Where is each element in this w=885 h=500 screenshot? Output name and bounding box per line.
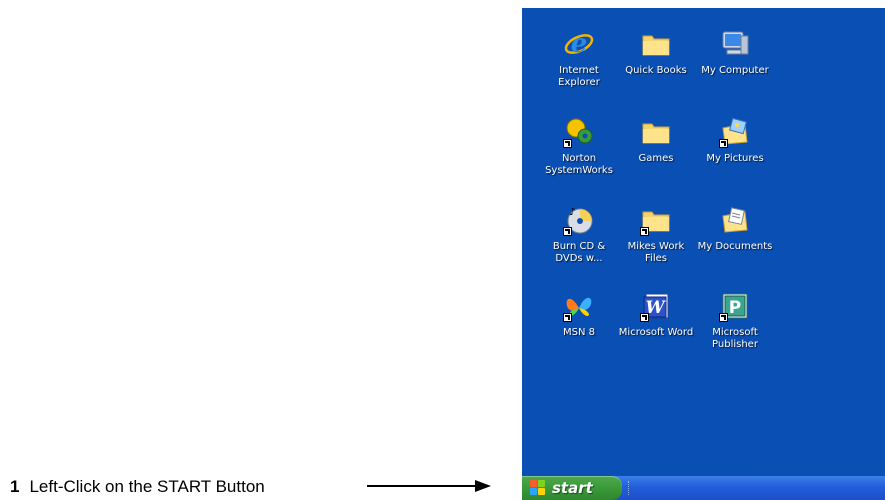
icon-label: DVDs w... [555, 253, 603, 264]
svg-text:♪: ♪ [569, 207, 575, 218]
svg-text:P: P [729, 298, 741, 318]
desktop-icon-my-computer[interactable]: My Computer [693, 28, 777, 77]
desktop-icon-norton-systemworks[interactable]: Norton SystemWorks [537, 116, 621, 177]
desktop-icon-microsoft-publisher[interactable]: P Microsoft Publisher [693, 290, 777, 351]
icon-label: Internet [559, 65, 599, 76]
icon-label: MSN 8 [563, 327, 595, 338]
taskbar: start [522, 476, 885, 500]
icon-label: Files [645, 253, 667, 264]
taskbar-grip[interactable] [628, 481, 632, 495]
desktop-icon-mikes-work-files[interactable]: Mikes Work Files [614, 204, 698, 265]
icon-label: Quick Books [625, 65, 687, 76]
icon-label: My Computer [701, 65, 769, 76]
icon-label: SystemWorks [545, 165, 613, 176]
icon-label: Microsoft Word [618, 327, 694, 338]
folder-icon [640, 204, 672, 236]
msn-butterfly-icon [563, 290, 595, 322]
desktop-icon-microsoft-word[interactable]: W Microsoft Word [614, 290, 698, 339]
my-documents-icon [719, 204, 751, 236]
desktop-icon-internet-explorer[interactable]: e Internet Explorer [537, 28, 621, 89]
folder-icon [640, 28, 672, 60]
desktop-icon-my-pictures[interactable]: My Pictures [693, 116, 777, 165]
shortcut-arrow-icon [640, 313, 649, 322]
publisher-icon: P [719, 290, 751, 322]
desktop-icon-msn-8[interactable]: MSN 8 [537, 290, 621, 339]
icon-label: Burn CD & [552, 241, 606, 252]
burn-cd-icon: ♪ [563, 204, 595, 236]
my-pictures-icon [719, 116, 751, 148]
folder-icon [640, 116, 672, 148]
icon-label: My Documents [697, 241, 773, 252]
desktop-icon-burn-cd[interactable]: ♪ Burn CD & DVDs w... [537, 204, 621, 265]
start-button[interactable]: start [522, 476, 622, 500]
shortcut-arrow-icon [563, 139, 572, 148]
icon-label: Games [638, 153, 674, 164]
norton-systemworks-icon [563, 116, 595, 148]
shortcut-arrow-icon [640, 227, 649, 236]
desktop: e Internet Explorer Quick Books My Comput… [522, 8, 885, 500]
icon-label: Norton [561, 153, 597, 164]
svg-text:e: e [571, 29, 588, 59]
start-label: start [552, 479, 593, 497]
word-icon: W [640, 290, 672, 322]
desktop-icon-my-documents[interactable]: My Documents [693, 204, 777, 253]
instruction-text: Left-Click on the START Button [29, 477, 265, 496]
icon-label: Microsoft [712, 327, 758, 338]
icon-label: Explorer [558, 77, 600, 88]
shortcut-arrow-icon [719, 313, 728, 322]
shortcut-arrow-icon [563, 313, 572, 322]
desktop-icon-games[interactable]: Games [614, 116, 698, 165]
icon-label: Publisher [712, 339, 758, 350]
instruction: 1 Left-Click on the START Button [10, 477, 265, 497]
windows-logo-icon [530, 480, 546, 496]
icon-label: Mikes Work [627, 241, 685, 252]
my-computer-icon [719, 28, 751, 60]
internet-explorer-icon: e [563, 28, 595, 60]
desktop-icon-quick-books[interactable]: Quick Books [614, 28, 698, 77]
shortcut-arrow-icon [563, 227, 572, 236]
pointer-arrow-icon [367, 480, 491, 492]
step-number: 1 [10, 477, 20, 496]
shortcut-arrow-icon [719, 139, 728, 148]
icon-label: My Pictures [706, 153, 764, 164]
